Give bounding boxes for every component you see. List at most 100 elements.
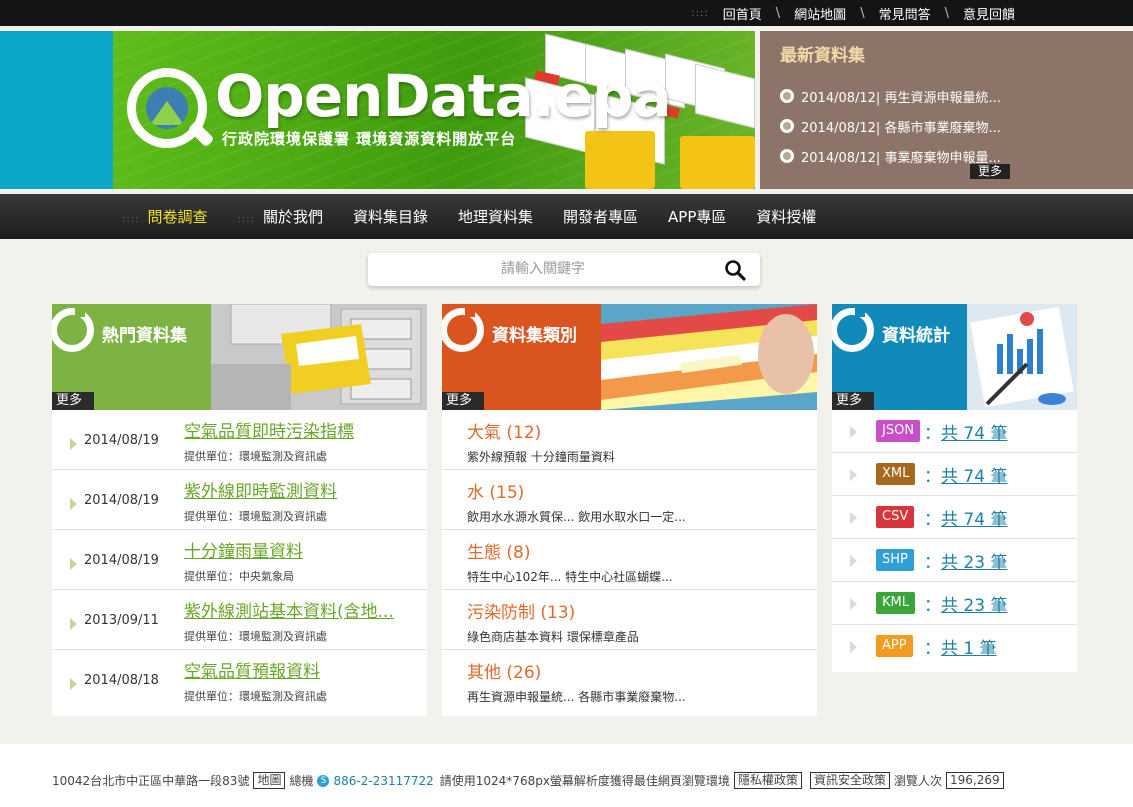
privacy-policy-link[interactable]: 隱私權政策	[733, 772, 802, 789]
arrow-icon	[850, 512, 857, 524]
bullet-icon	[780, 149, 794, 163]
search-box	[368, 253, 760, 286]
format-badge[interactable]: KML	[876, 592, 915, 614]
hot-more-button[interactable]: 更多	[52, 392, 94, 410]
stat-row: KML ：共 23 筆	[832, 582, 1077, 625]
dataset-title-link[interactable]: 紫外線測站基本資料(含地...	[184, 597, 394, 622]
nav-item-license[interactable]: 資料授權	[756, 206, 816, 227]
resolution-note: 請使用1024*768px螢幕解析度獲得最佳網頁瀏覽環境	[439, 774, 730, 788]
latest-item[interactable]: 2014/08/12| 事業廢棄物申報量...	[780, 141, 1001, 171]
dataset-date: 2013/09/11	[84, 613, 159, 628]
category-name-link[interactable]: 生態 (8)	[467, 538, 530, 563]
dataset-date: 2014/08/19	[84, 493, 159, 508]
faq-link[interactable]: 常見問答	[879, 4, 931, 23]
latest-more-button[interactable]: 更多	[970, 164, 1011, 179]
nav-item-geo[interactable]: 地理資料集	[458, 206, 533, 227]
latest-item-text[interactable]: 2014/08/12| 各縣市事業廢棄物...	[801, 117, 1001, 136]
file-folders-photo	[601, 304, 817, 410]
map-link[interactable]: 地圖	[253, 772, 286, 789]
format-count-link[interactable]: 共 23 筆	[941, 553, 1007, 573]
latest-datasets-list: 2014/08/12| 再生資源申報量統... 2014/08/12| 各縣市事…	[780, 81, 1001, 171]
format-badge[interactable]: XML	[876, 463, 916, 485]
dots-decoration: ::::	[691, 7, 709, 19]
format-count: ：共 74 筆	[924, 505, 1007, 530]
category-name-link[interactable]: 其他 (26)	[467, 658, 541, 683]
separator: \	[944, 5, 949, 21]
nav-item-survey[interactable]: :::: 問卷調查	[122, 206, 208, 227]
search-icon[interactable]	[724, 259, 746, 281]
category-name-link[interactable]: 污染防制 (13)	[467, 598, 575, 623]
dataset-provider: 提供單位：中央氣象局	[184, 570, 294, 583]
count-prefix: ：	[924, 510, 941, 530]
dataset-date: 2014/08/19	[84, 553, 159, 568]
separator: \	[860, 5, 865, 21]
latest-datasets-box: 最新資料集 2014/08/12| 再生資源申報量統... 2014/08/12…	[760, 31, 1133, 189]
arrow-icon	[70, 678, 77, 690]
footer-info-line: 10042台北市中正區中華路一段83號 地圖 總機 S 886-2-231177…	[52, 772, 1008, 789]
hot-dataset-row: 2014/08/18 空氣品質預報資料 提供單位：環境監測及資訊處	[52, 650, 427, 710]
category-name-link[interactable]: 水 (15)	[467, 478, 524, 503]
categories-more-button[interactable]: 更多	[442, 392, 484, 410]
nav-item-label[interactable]: 關於我們	[263, 208, 323, 226]
refresh-ring-icon	[442, 307, 484, 352]
category-items[interactable]: 再生資源申報量統... 各縣市事業廢棄物...	[467, 688, 686, 705]
format-count-link[interactable]: 共 74 筆	[941, 424, 1007, 444]
sitemap-link[interactable]: 網站地圖	[794, 4, 846, 23]
hot-panel-header: 熱門資料集 更多	[52, 304, 427, 410]
dataset-title-link[interactable]: 紫外線即時監測資料	[184, 477, 337, 502]
category-row: 水 (15) 飲用水水源水質保... 飲用水取水口一定...	[442, 470, 817, 530]
home-link[interactable]: 回首頁	[723, 4, 762, 23]
arrow-icon	[850, 555, 857, 567]
format-badge[interactable]: CSV	[876, 506, 915, 528]
bullet-icon	[780, 119, 794, 133]
format-count-link[interactable]: 共 74 筆	[941, 510, 1007, 530]
stat-row: XML ：共 74 筆	[832, 453, 1077, 496]
statistics-panel: 資料統計 更多 JSON ：共 74 筆 XML ：共 74 筆 CSV ：共 74 筆S…	[832, 304, 1077, 672]
arrow-icon	[70, 558, 77, 570]
category-items[interactable]: 飲用水水源水質保... 飲用水取水口一定...	[467, 508, 686, 525]
arrow-icon	[850, 469, 857, 481]
feedback-link[interactable]: 意見回饋	[963, 4, 1015, 23]
dataset-title-link[interactable]: 空氣品質預報資料	[184, 657, 320, 682]
skype-icon: S	[317, 774, 330, 787]
category-name-link[interactable]: 大氣 (12)	[467, 418, 541, 443]
category-items[interactable]: 特生中心102年... 特生中心社區蝴蝶...	[467, 568, 673, 585]
latest-item[interactable]: 2014/08/12| 各縣市事業廢棄物...	[780, 111, 1001, 141]
format-badge[interactable]: APP	[876, 635, 913, 657]
nav-item-label[interactable]: 問卷調查	[147, 208, 207, 226]
format-count-link[interactable]: 共 74 筆	[941, 467, 1007, 487]
search-input[interactable]	[378, 257, 708, 281]
latest-item-text[interactable]: 2014/08/12| 事業廢棄物申報量...	[801, 147, 1001, 166]
nav-item-about[interactable]: :::: 關於我們	[238, 206, 324, 227]
categories-panel-header: 資料集類別 更多	[442, 304, 817, 410]
dataset-title-link[interactable]: 十分鐘雨量資料	[184, 537, 303, 562]
dataset-title-link[interactable]: 空氣品質即時污染指標	[184, 417, 354, 442]
phone-link[interactable]: 886-2-23117722	[333, 774, 433, 788]
format-count-link[interactable]: 共 23 筆	[941, 596, 1007, 616]
statistics-more-button[interactable]: 更多	[832, 392, 874, 410]
count-prefix: ：	[924, 424, 941, 444]
format-badge[interactable]: JSON	[876, 420, 921, 442]
nav-item-catalog[interactable]: 資料集目錄	[353, 206, 428, 227]
security-policy-link[interactable]: 資訊安全政策	[809, 772, 890, 789]
format-badge[interactable]: SHP	[876, 549, 914, 571]
nav-item-app[interactable]: APP專區	[668, 206, 726, 227]
dots-decoration: ::::	[237, 214, 255, 225]
category-items[interactable]: 紫外線預報 十分鐘雨量資料	[467, 448, 615, 465]
stat-row: JSON ：共 74 筆	[832, 410, 1077, 453]
dataset-provider: 提供單位：環境監測及資訊處	[184, 630, 327, 643]
format-count-link[interactable]: 共 1 筆	[941, 639, 997, 659]
category-items[interactable]: 綠色商店基本資料 環保標章產品	[467, 628, 639, 645]
latest-item-text[interactable]: 2014/08/12| 再生資源申報量統...	[801, 87, 1001, 106]
format-count: ：共 74 筆	[924, 462, 1007, 487]
count-prefix: ：	[924, 553, 941, 573]
site-logo-title[interactable]: OpenData.epa	[215, 62, 672, 130]
latest-item[interactable]: 2014/08/12| 再生資源申報量統...	[780, 81, 1001, 111]
arrow-icon	[70, 438, 77, 450]
nav-item-developer[interactable]: 開發者專區	[563, 206, 638, 227]
category-row: 其他 (26) 再生資源申報量統... 各縣市事業廢棄物...	[442, 650, 817, 710]
footer-address: 10042台北市中正區中華路一段83號	[52, 774, 250, 788]
count-prefix: ：	[924, 596, 941, 616]
banner-accent-strip	[0, 31, 113, 189]
stat-row: APP ：共 1 筆	[832, 625, 1077, 668]
